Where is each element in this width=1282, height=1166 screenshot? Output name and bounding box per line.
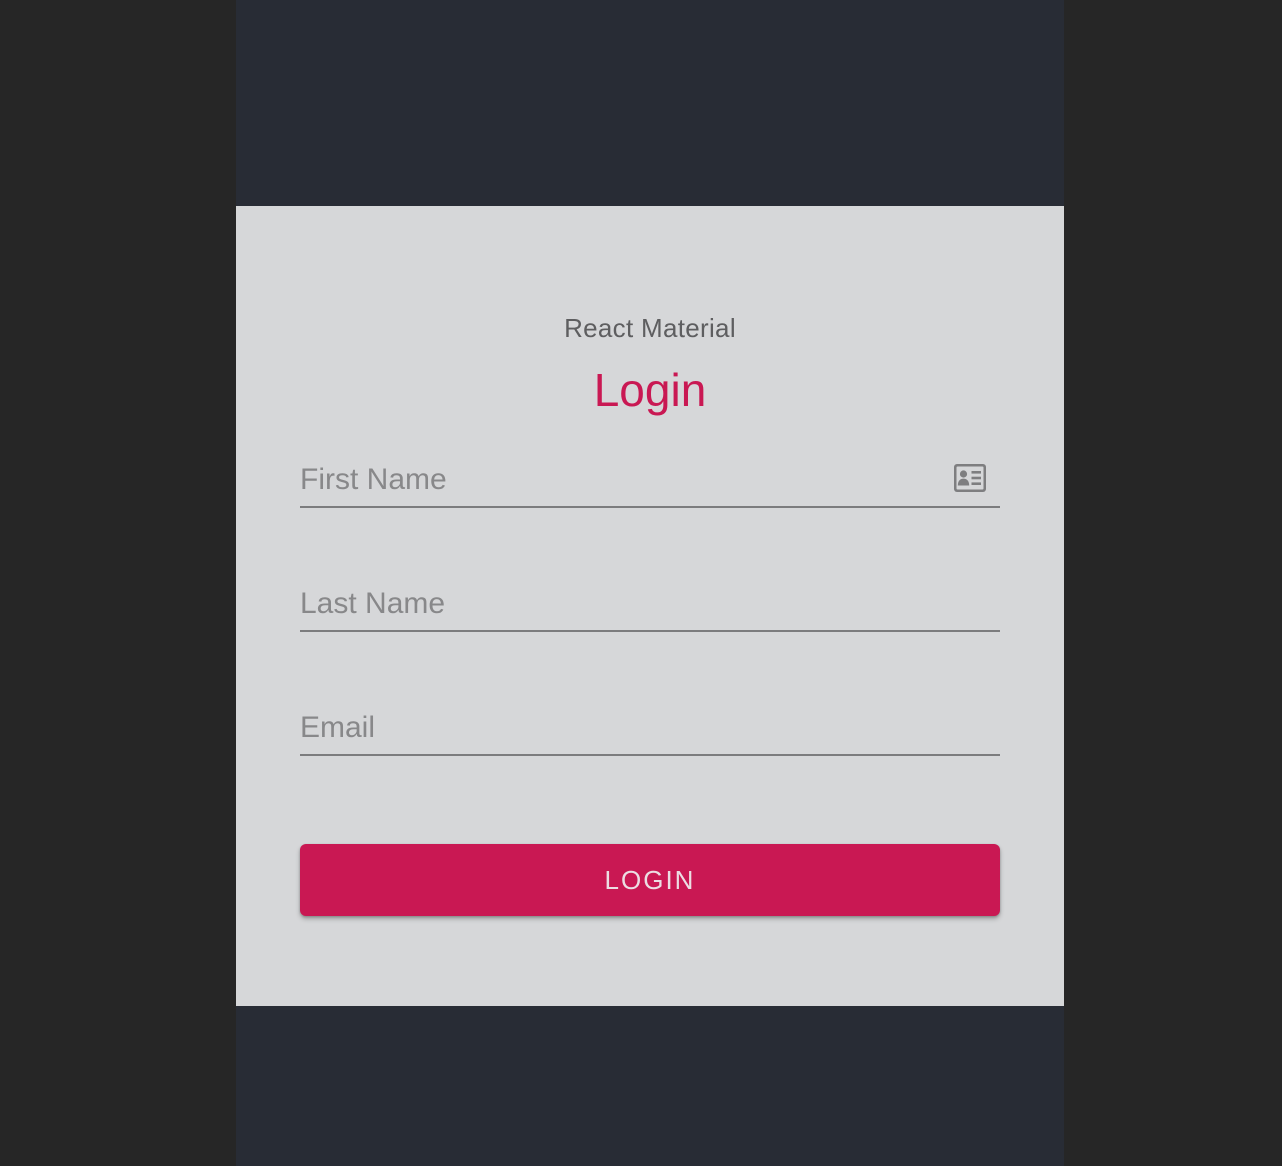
contact-card-icon <box>954 464 986 492</box>
first-name-input[interactable] <box>300 460 940 500</box>
login-button[interactable]: LOGIN <box>300 844 1000 916</box>
app-viewport: React Material Login LOGIN <box>236 0 1064 1166</box>
last-name-field <box>300 574 1000 632</box>
first-name-field <box>300 450 1000 508</box>
page-title: Login <box>593 364 707 416</box>
last-name-input[interactable] <box>300 584 940 624</box>
app-subtitle: React Material <box>564 313 736 343</box>
email-input[interactable] <box>300 708 940 748</box>
email-field <box>300 698 1000 756</box>
